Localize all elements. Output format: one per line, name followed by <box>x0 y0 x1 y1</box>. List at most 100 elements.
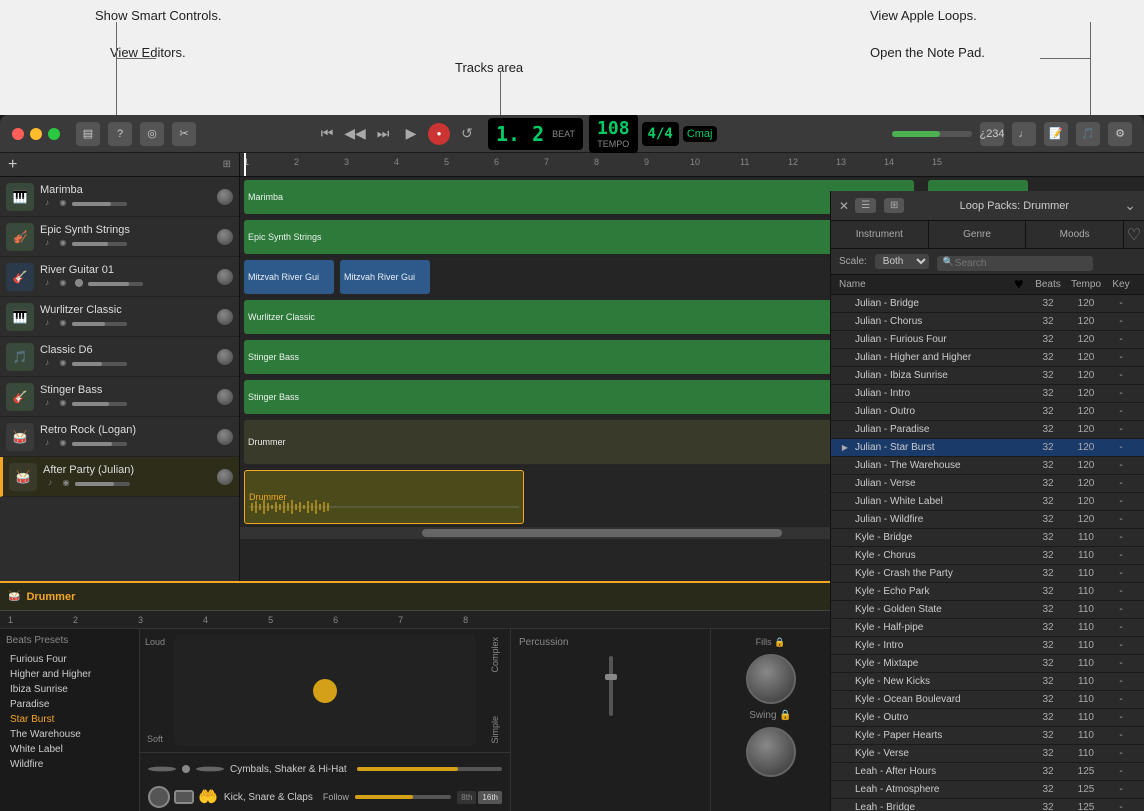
swing-knob-control[interactable] <box>746 727 796 777</box>
region-wurlitzer-1[interactable]: Wurlitzer Classic <box>244 300 914 334</box>
loop-play-icon[interactable] <box>839 730 851 742</box>
preset-higher-and-higher[interactable]: Higher and Higher <box>6 667 133 682</box>
loop-item[interactable]: Leah - Bridge32125- <box>831 799 1144 811</box>
loop-play-icon[interactable] <box>839 640 851 652</box>
loop-item[interactable]: Julian - Wildfire32120- <box>831 511 1144 529</box>
region-drummer-1[interactable]: Drummer <box>244 420 914 464</box>
track-item[interactable]: 🎵 Classic D6 ♪ ◉ <box>0 337 239 377</box>
loop-play-icon[interactable] <box>839 532 851 544</box>
mute-button[interactable]: ♪ <box>40 316 54 330</box>
time-signature[interactable]: 4/4 <box>642 122 679 146</box>
loop-play-icon[interactable] <box>839 766 851 778</box>
loop-play-icon[interactable] <box>839 784 851 796</box>
track-volume[interactable] <box>75 482 130 486</box>
solo-button[interactable]: ◉ <box>56 236 70 250</box>
loop-play-icon[interactable] <box>839 460 851 472</box>
key-display[interactable]: Cmaj <box>683 126 717 142</box>
loop-search-input[interactable] <box>937 256 1093 271</box>
loop-item[interactable]: Leah - After Hours32125- <box>831 763 1144 781</box>
loop-item[interactable]: Julian - Higher and Higher32120- <box>831 349 1144 367</box>
loop-item[interactable]: Kyle - Half-pipe32110- <box>831 619 1144 637</box>
track-pan-knob[interactable] <box>217 229 233 245</box>
record-arm-button[interactable]: ⬤ <box>72 276 86 290</box>
track-pan-knob[interactable] <box>217 189 233 205</box>
fills-knob[interactable] <box>746 654 796 704</box>
play-button[interactable]: ▶ <box>400 123 422 145</box>
loop-item[interactable]: Julian - Bridge32120- <box>831 295 1144 313</box>
loop-item[interactable]: Kyle - Intro32110- <box>831 637 1144 655</box>
track-pan-knob[interactable] <box>217 349 233 365</box>
track-options-icon[interactable]: ⊞ <box>223 159 231 170</box>
loops-view-button[interactable]: ☰ <box>855 198 876 213</box>
track-pan-knob[interactable] <box>217 389 233 405</box>
loop-play-icon[interactable] <box>839 676 851 688</box>
scale-select[interactable]: Both Major Minor <box>875 254 929 269</box>
solo-button[interactable]: ◉ <box>59 476 73 490</box>
solo-button[interactable]: ◉ <box>56 436 70 450</box>
loop-play-icon[interactable] <box>839 334 851 346</box>
loop-play-icon[interactable] <box>839 550 851 562</box>
loop-item[interactable]: Kyle - Crash the Party32110- <box>831 565 1144 583</box>
loop-item[interactable]: Kyle - Mixtape32110- <box>831 655 1144 673</box>
track-item[interactable]: 🥁 After Party (Julian) ♪ ◉ <box>0 457 239 497</box>
solo-button[interactable]: ◉ <box>56 396 70 410</box>
preset-white-label[interactable]: White Label <box>6 742 133 757</box>
minimize-button[interactable] <box>30 128 42 140</box>
track-volume[interactable] <box>72 362 127 366</box>
track-item[interactable]: 🎸 River Guitar 01 ♪ ◉ ⬤ <box>0 257 239 297</box>
region-marimba-1[interactable]: Marimba <box>244 180 914 214</box>
loop-item[interactable]: Julian - White Label32120- <box>831 493 1144 511</box>
mute-button[interactable]: ♪ <box>40 196 54 210</box>
loop-item[interactable]: Kyle - Bridge32110- <box>831 529 1144 547</box>
loop-item[interactable]: ▶Julian - Star Burst32120- <box>831 439 1144 457</box>
track-item[interactable]: 🥁 Retro Rock (Logan) ♪ ◉ <box>0 417 239 457</box>
solo-button[interactable]: ◉ <box>56 196 70 210</box>
loop-play-icon[interactable] <box>839 316 851 328</box>
scrollbar-thumb[interactable] <box>422 529 782 537</box>
metronome-button[interactable]: ♩ <box>1012 122 1036 146</box>
solo-button[interactable]: ◉ <box>56 276 70 290</box>
preset-wildfire[interactable]: Wildfire <box>6 757 133 772</box>
cymbals-slider[interactable] <box>357 767 502 771</box>
drum-pad-area[interactable] <box>174 635 476 746</box>
loop-item[interactable]: Julian - The Warehouse32120- <box>831 457 1144 475</box>
track-volume[interactable] <box>72 202 127 206</box>
track-item[interactable]: 🎹 Wurlitzer Classic ♪ ◉ <box>0 297 239 337</box>
track-pan-knob[interactable] <box>217 269 233 285</box>
loop-play-icon[interactable] <box>839 424 851 436</box>
preset-furious-four[interactable]: Furious Four <box>6 652 133 667</box>
track-item[interactable]: 🎹 Marimba ♪ ◉ <box>0 177 239 217</box>
track-volume[interactable] <box>72 402 127 406</box>
favorite-filter-button[interactable]: ♡ <box>1124 225 1144 245</box>
loop-item[interactable]: Kyle - Golden State32110- <box>831 601 1144 619</box>
drum-position-dot[interactable] <box>313 679 337 703</box>
region-after-party[interactable]: Drummer <box>244 470 524 524</box>
scissors-button[interactable]: ✂ <box>172 122 196 146</box>
mute-button[interactable]: ♪ <box>40 396 54 410</box>
library-button[interactable]: ▤ <box>76 122 100 146</box>
loop-item[interactable]: Julian - Verse32120- <box>831 475 1144 493</box>
region-guitar-2[interactable]: Mitzvah River Gui <box>340 260 430 294</box>
preset-paradise[interactable]: Paradise <box>6 697 133 712</box>
loops-button[interactable]: 🎵 <box>1076 122 1100 146</box>
close-button[interactable] <box>12 128 24 140</box>
mute-button[interactable]: ♪ <box>40 436 54 450</box>
loop-item[interactable]: Julian - Ibiza Sunrise32120- <box>831 367 1144 385</box>
notepad-button[interactable]: 📝 <box>1044 122 1068 146</box>
master-volume-slider[interactable] <box>892 131 972 137</box>
filter-genre-button[interactable]: Genre <box>929 221 1027 248</box>
loop-play-icon[interactable] <box>839 388 851 400</box>
loop-play-icon[interactable]: ▶ <box>839 442 851 454</box>
loop-play-icon[interactable] <box>839 568 851 580</box>
loop-item[interactable]: Kyle - Verse32110- <box>831 745 1144 763</box>
preset-ibiza-sunrise[interactable]: Ibiza Sunrise <box>6 682 133 697</box>
rewind-button[interactable]: ⏮ <box>316 123 338 145</box>
track-item[interactable]: 🎸 Stinger Bass ♪ ◉ <box>0 377 239 417</box>
loop-item[interactable]: Kyle - Outro32110- <box>831 709 1144 727</box>
bpm-display[interactable]: 108 TEMPO <box>589 115 638 153</box>
kick-slider[interactable] <box>355 795 451 799</box>
region-stinger-1[interactable]: Stinger Bass <box>244 340 914 374</box>
smart-controls-button[interactable]: ◎ <box>140 122 164 146</box>
loop-item[interactable]: Julian - Intro32120- <box>831 385 1144 403</box>
loop-play-icon[interactable] <box>839 478 851 490</box>
